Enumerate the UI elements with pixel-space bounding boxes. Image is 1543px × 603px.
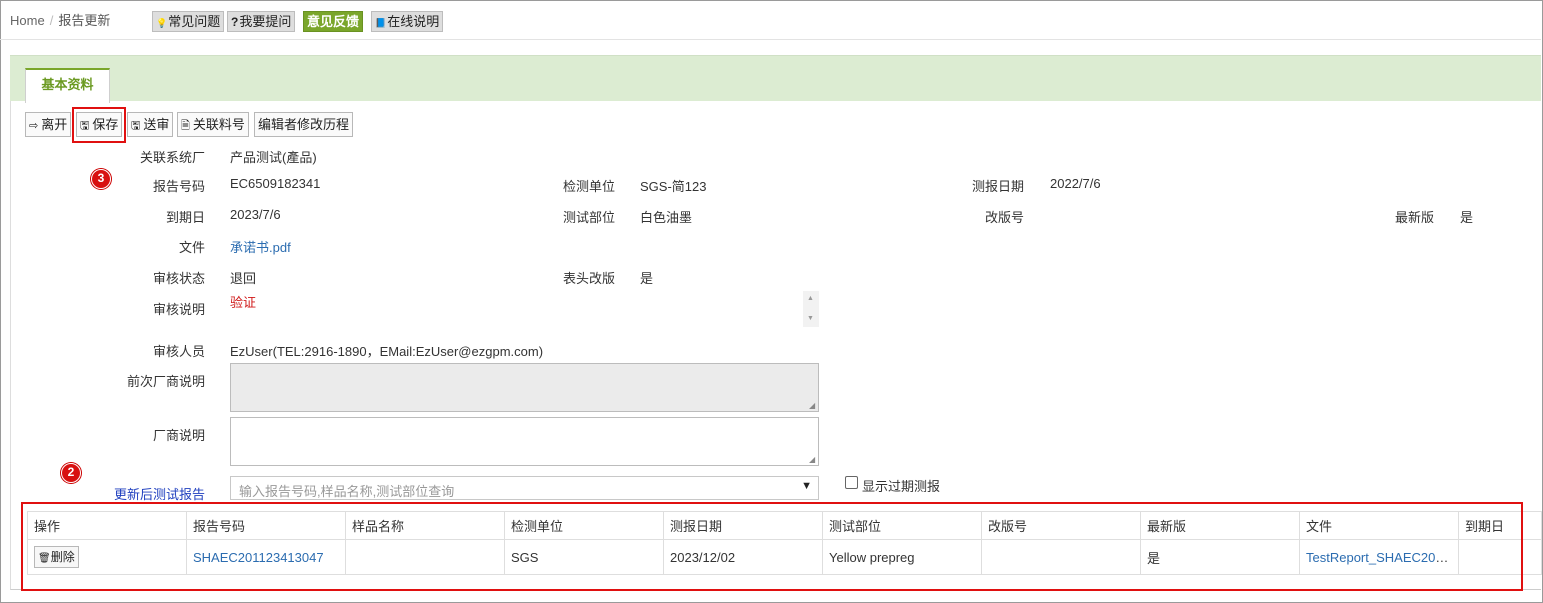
submit-review-button[interactable]: 🖫 送审 [127, 112, 174, 137]
tab-bar: 基本资料 [10, 55, 1541, 103]
breadcrumb: Home / 报告更新 [10, 10, 110, 29]
breadcrumb-home[interactable]: Home [10, 13, 45, 28]
expire-label: 到期日 [165, 210, 205, 225]
report-search-select[interactable]: 输入报告号码,样品名称,测试部位查询 ▼ [230, 476, 819, 500]
review-status-label: 审核状态 [152, 271, 205, 286]
prev-vendor-note-textarea: ◢ [230, 363, 819, 412]
exit-icon: ⇨ [29, 120, 39, 132]
show-expired-label: 显示过期测报 [862, 479, 941, 494]
ask-question-button-label: 我要提问 [239, 14, 292, 29]
online-help-button-label: 在线说明 [387, 14, 440, 29]
leave-button-label: 离开 [41, 117, 68, 132]
header-revision-value: 是 [640, 271, 654, 286]
revision-label: 改版号 [984, 210, 1024, 225]
review-note-label: 审核说明 [152, 302, 205, 317]
submit-review-button-label: 送审 [143, 117, 170, 132]
breadcrumb-current: 报告更新 [58, 13, 111, 28]
online-help-button[interactable]: 📘在线说明 [371, 11, 444, 32]
lab-label: 检测单位 [562, 179, 615, 194]
question-icon: ? [231, 15, 239, 29]
updated-report-label: 更新后测试报告 [113, 487, 205, 502]
resize-grip-icon: ◢ [809, 401, 816, 410]
latest-label: 最新版 [1394, 210, 1434, 225]
reviewer-value: EzUser(TEL:2916-1890，EMail:EzUser@ezgpm.… [230, 344, 544, 359]
show-expired-checkbox[interactable] [845, 476, 858, 489]
part-value: 白色油墨 [640, 210, 693, 225]
ask-question-button[interactable]: ?我要提问 [227, 11, 296, 32]
faq-button[interactable]: 💡常见问题 [152, 11, 225, 32]
test-date-value: 2022/7/6 [1050, 176, 1101, 191]
link-part-button-label: 关联料号 [192, 117, 245, 132]
review-status-value: 退回 [230, 271, 257, 286]
leave-button[interactable]: ⇨ 离开 [25, 112, 72, 137]
report-no-label: 报告号码 [152, 179, 205, 194]
review-note-value: 验证 [230, 295, 257, 310]
lightbulb-icon: 💡 [156, 18, 168, 28]
report-no-value: EC6509182341 [230, 176, 321, 191]
report-search-placeholder: 输入报告号码,样品名称,测试部位查询 [239, 484, 455, 499]
highlight-report-table [21, 502, 1523, 591]
file-label: 文件 [178, 240, 205, 255]
floppy-disk-icon: 🖫 [131, 120, 141, 132]
step-badge-2: 2 [61, 463, 81, 483]
test-date-label: 测报日期 [971, 179, 1024, 194]
edit-history-button-label: 编辑者修改历程 [258, 117, 350, 132]
factory-value: 产品测试(產品) [230, 150, 317, 165]
vendor-note-label: 厂商说明 [152, 428, 205, 443]
part-label: 测试部位 [562, 210, 615, 225]
header-revision-label: 表头改版 [562, 271, 615, 286]
resize-grip-icon[interactable]: ◢ [809, 456, 817, 464]
breadcrumb-separator: / [49, 13, 54, 28]
scroll-down-icon[interactable]: ▼ [807, 315, 814, 322]
feedback-button-label: 意见反馈 [307, 14, 360, 29]
feedback-button[interactable]: 意见反馈 [303, 11, 364, 32]
factory-label: 关联系统厂 [139, 150, 205, 165]
reviewer-label: 审核人员 [152, 344, 205, 359]
tab-basic-info[interactable]: 基本资料 [25, 68, 110, 103]
edit-history-button[interactable]: 编辑者修改历程 [254, 112, 354, 137]
document-icon: 🗎 [181, 120, 190, 132]
highlight-save [72, 107, 126, 143]
review-note-scrollbar[interactable]: ▲ ▼ [803, 291, 819, 327]
prev-vendor-note-label: 前次厂商说明 [126, 374, 205, 389]
lab-value: SGS-简123 [640, 179, 707, 194]
top-bar: Home / 报告更新 💡常见问题 ?我要提问 意见反馈 📘在线说明 [0, 0, 1541, 40]
file-link[interactable]: 承诺书.pdf [230, 237, 291, 256]
dropdown-arrow-icon[interactable]: ▼ [801, 480, 812, 492]
link-part-button[interactable]: 🗎 关联料号 [177, 112, 249, 137]
book-icon: 📘 [375, 18, 387, 28]
vendor-note-textarea[interactable]: ◢ [230, 417, 819, 466]
faq-button-label: 常见问题 [168, 14, 221, 29]
scroll-up-icon[interactable]: ▲ [807, 295, 814, 302]
latest-value: 是 [1460, 210, 1474, 225]
expire-value: 2023/7/6 [230, 207, 281, 222]
